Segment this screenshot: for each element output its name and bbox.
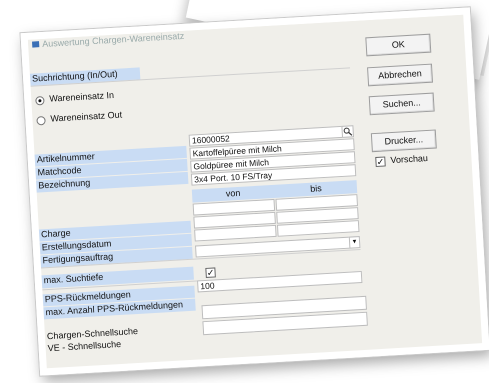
preview-label: Vorschau: [390, 153, 429, 166]
radio-wareneinsatz-in-label: Wareneinsatz In: [49, 89, 115, 104]
radio-wareneinsatz-in[interactable]: [35, 95, 45, 106]
search-button[interactable]: Suchen...: [368, 92, 435, 116]
window-title: Auswertung Chargen-Wareneinsatz: [41, 30, 185, 49]
preview-checkbox[interactable]: ✓: [375, 156, 386, 168]
cancel-button[interactable]: Abbrechen: [367, 63, 434, 87]
print-button[interactable]: Drucker...: [370, 129, 437, 153]
dialog-window: Auswertung Chargen-Wareneinsatz Suchrich…: [27, 14, 483, 369]
window-icon: [32, 41, 40, 48]
magnifier-icon[interactable]: [341, 125, 355, 138]
radio-wareneinsatz-out-label: Wareneinsatz Out: [50, 109, 123, 124]
pps-feedback-checkbox[interactable]: ✓: [205, 267, 216, 278]
ok-button[interactable]: OK: [365, 33, 432, 57]
pps-max-input[interactable]: 100: [197, 270, 363, 293]
dropdown-arrow-icon[interactable]: ▾: [348, 236, 361, 249]
photo-frame: Auswertung Chargen-Wareneinsatz Suchrich…: [20, 7, 489, 376]
radio-wareneinsatz-out[interactable]: [36, 115, 46, 126]
